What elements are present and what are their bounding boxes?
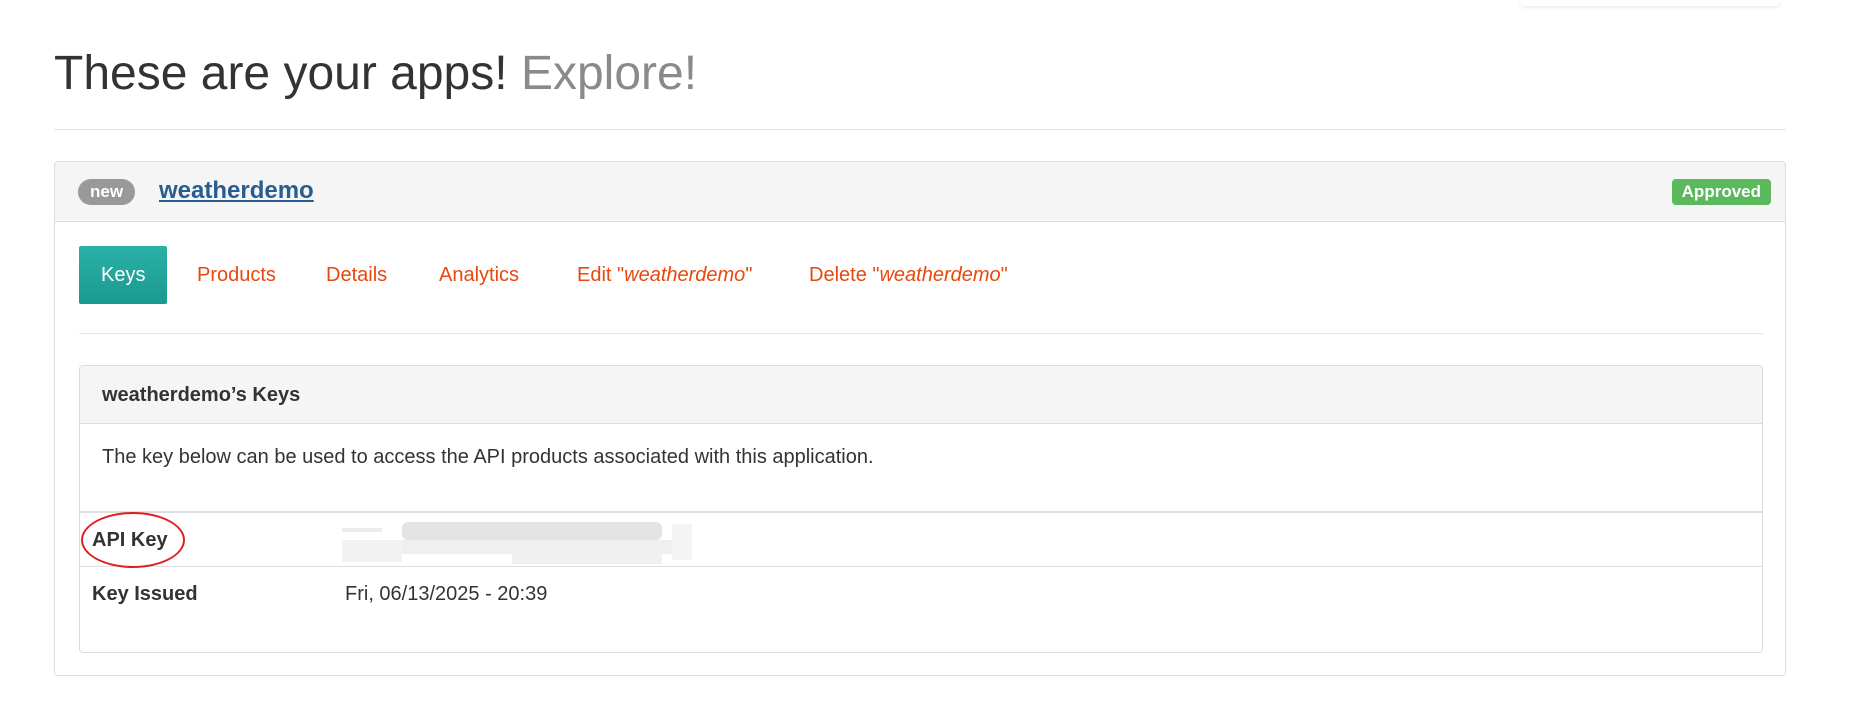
tab-edit-app-name: weatherdemo <box>624 264 746 286</box>
api-key-label: API Key <box>92 529 168 551</box>
keys-panel: weatherdemo’s Keys The key below can be … <box>79 365 1763 653</box>
key-issued-value: Fri, 06/13/2025 - 20:39 <box>345 583 548 605</box>
keys-panel-title: weatherdemo’s Keys <box>80 366 1762 424</box>
page-header: These are your apps! Explore! <box>54 44 1786 130</box>
app-panel: new weatherdemo Approved Keys Products D… <box>54 161 1786 676</box>
app-name-link[interactable]: weatherdemo <box>159 176 314 206</box>
tab-products[interactable]: Products <box>197 246 276 304</box>
app-panel-heading: new weatherdemo Approved <box>55 162 1785 222</box>
tab-edit-suffix: " <box>745 264 753 286</box>
page-title-subtitle: Explore! <box>520 47 698 100</box>
keys-description: The key below can be used to access the … <box>80 424 1762 513</box>
new-badge: new <box>78 179 136 205</box>
tab-keys[interactable]: Keys <box>79 246 168 304</box>
tab-delete-app[interactable]: Delete "weatherdemo" <box>809 246 1008 304</box>
tab-edit-app[interactable]: Edit "weatherdemo" <box>577 246 752 304</box>
tab-delete-prefix: Delete " <box>809 264 880 286</box>
page-title: These are your apps! Explore! <box>54 44 1786 104</box>
app-tabs: Keys Products Details Analytics Edit "we… <box>79 246 1763 334</box>
status-badge: Approved <box>1671 179 1771 205</box>
tab-edit-prefix: Edit " <box>577 264 625 286</box>
tab-delete-app-name: weatherdemo <box>879 264 1001 286</box>
page-title-main: These are your apps! <box>54 47 508 100</box>
tab-details[interactable]: Details <box>326 246 387 304</box>
key-issued-label: Key Issued <box>92 583 198 605</box>
api-key-value-redacted <box>342 516 942 566</box>
tab-delete-suffix: " <box>1000 264 1008 286</box>
api-key-row: API Key <box>80 512 1762 568</box>
top-bar-edge <box>1520 0 1780 6</box>
tab-analytics[interactable]: Analytics <box>439 246 519 304</box>
key-issued-row: Key Issued Fri, 06/13/2025 - 20:39 <box>80 567 1762 621</box>
